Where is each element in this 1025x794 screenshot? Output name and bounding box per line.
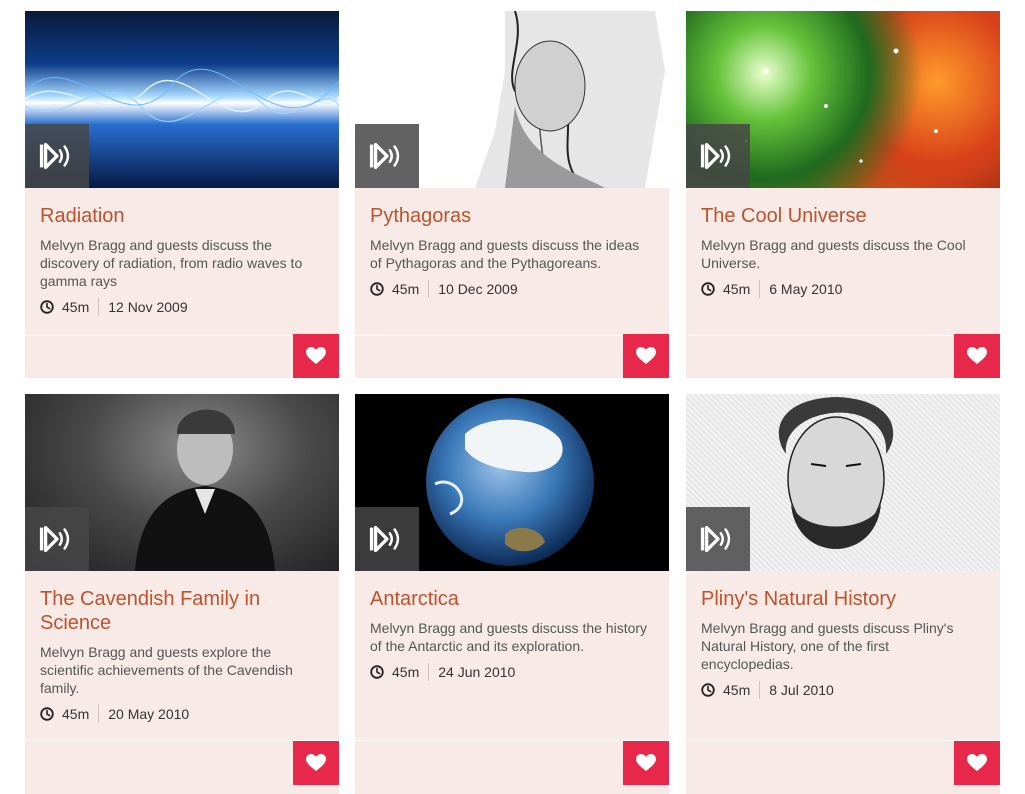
play-episode-button[interactable] [686, 507, 750, 571]
episode-duration: 45m [392, 664, 420, 680]
heart-icon [306, 347, 326, 365]
clock-icon [370, 282, 384, 296]
divider [98, 298, 100, 316]
episode-card-antarctica[interactable]: Antarctica Melvyn Bragg and guests discu… [355, 394, 669, 794]
episode-meta: 45m 20 May 2010 [40, 705, 324, 723]
card-footer [686, 740, 1000, 785]
heart-icon [636, 754, 656, 772]
add-to-favourites-button[interactable] [623, 741, 669, 785]
pythagoras-engraving-image[interactable] [355, 11, 669, 188]
pliny-engraving-image[interactable] [686, 394, 1000, 571]
episode-card-cool-universe[interactable]: The Cool Universe Melvyn Bragg and guest… [686, 11, 1000, 378]
divider [98, 705, 100, 723]
clock-icon [40, 707, 54, 721]
heart-icon [967, 754, 987, 772]
episode-title[interactable]: Pythagoras [370, 204, 654, 228]
heart-icon [636, 347, 656, 365]
add-to-favourites-button[interactable] [954, 334, 1000, 378]
episode-title[interactable]: Pliny's Natural History [701, 587, 985, 611]
episode-duration: 45m [62, 706, 90, 722]
play-icon [699, 523, 737, 555]
play-icon [38, 523, 76, 555]
play-icon [368, 523, 406, 555]
add-to-favourites-button[interactable] [293, 334, 339, 378]
play-icon [368, 140, 406, 172]
card-footer [355, 740, 669, 785]
play-episode-button[interactable] [355, 124, 419, 188]
episode-meta: 45m 12 Nov 2009 [40, 298, 324, 316]
episode-date: 20 May 2010 [108, 706, 190, 722]
episode-duration: 45m [723, 682, 751, 698]
cavendish-portrait-image[interactable] [25, 394, 339, 571]
card-footer [25, 740, 339, 785]
episode-title[interactable]: Radiation [40, 204, 324, 228]
episode-card-cavendish[interactable]: The Cavendish Family in Science Melvyn B… [25, 394, 339, 794]
episode-description: Melvyn Bragg and guests discuss the hist… [370, 620, 648, 654]
episode-title[interactable]: Antarctica [370, 587, 654, 611]
episode-date: 6 May 2010 [769, 281, 843, 297]
divider [428, 663, 430, 681]
play-episode-button[interactable] [25, 507, 89, 571]
divider [428, 280, 430, 298]
play-icon [38, 140, 76, 172]
episode-description: Melvyn Bragg and guests discuss the disc… [40, 237, 303, 289]
clock-icon [701, 683, 715, 697]
episode-meta: 45m 10 Dec 2009 [370, 280, 654, 298]
episode-card-radiation[interactable]: Radiation Melvyn Bragg and guests discus… [25, 11, 339, 378]
play-episode-button[interactable] [25, 124, 89, 188]
episode-title[interactable]: The Cavendish Family in Science [40, 587, 324, 635]
episode-date: 8 Jul 2010 [769, 682, 834, 698]
heart-icon [306, 754, 326, 772]
play-icon [699, 140, 737, 172]
episode-meta: 45m 6 May 2010 [701, 280, 985, 298]
earth-globe-image[interactable] [355, 394, 669, 571]
clock-icon [40, 300, 54, 314]
episode-duration: 45m [723, 281, 751, 297]
episode-description: Melvyn Bragg and guests discuss Pliny's … [701, 620, 954, 672]
add-to-favourites-button[interactable] [293, 741, 339, 785]
episode-description: Melvyn Bragg and guests explore the scie… [40, 644, 293, 696]
episode-description: Melvyn Bragg and guests discuss the Cool… [701, 237, 966, 271]
play-episode-button[interactable] [686, 124, 750, 188]
episode-duration: 45m [392, 281, 420, 297]
heart-icon [967, 347, 987, 365]
episode-date: 10 Dec 2009 [438, 281, 518, 297]
card-footer [686, 334, 1000, 378]
card-footer [355, 334, 669, 378]
add-to-favourites-button[interactable] [623, 334, 669, 378]
divider [759, 681, 761, 699]
play-episode-button[interactable] [355, 507, 419, 571]
episode-duration: 45m [62, 299, 90, 315]
episode-card-pliny[interactable]: Pliny's Natural History Melvyn Bragg and… [686, 394, 1000, 794]
episode-card-pythagoras[interactable]: Pythagoras Melvyn Bragg and guests discu… [355, 11, 669, 378]
card-footer [25, 334, 339, 378]
radiation-waveform-image[interactable] [25, 11, 339, 188]
episode-meta: 45m 8 Jul 2010 [701, 681, 985, 699]
clock-icon [370, 665, 384, 679]
clock-icon [701, 282, 715, 296]
divider [759, 280, 761, 298]
episode-title[interactable]: The Cool Universe [701, 204, 985, 228]
episode-date: 24 Jun 2010 [438, 664, 516, 680]
episode-description: Melvyn Bragg and guests discuss the idea… [370, 237, 640, 271]
episode-date: 12 Nov 2009 [108, 299, 188, 315]
add-to-favourites-button[interactable] [954, 741, 1000, 785]
episode-meta: 45m 24 Jun 2010 [370, 663, 654, 681]
nebula-image[interactable] [686, 11, 1000, 188]
